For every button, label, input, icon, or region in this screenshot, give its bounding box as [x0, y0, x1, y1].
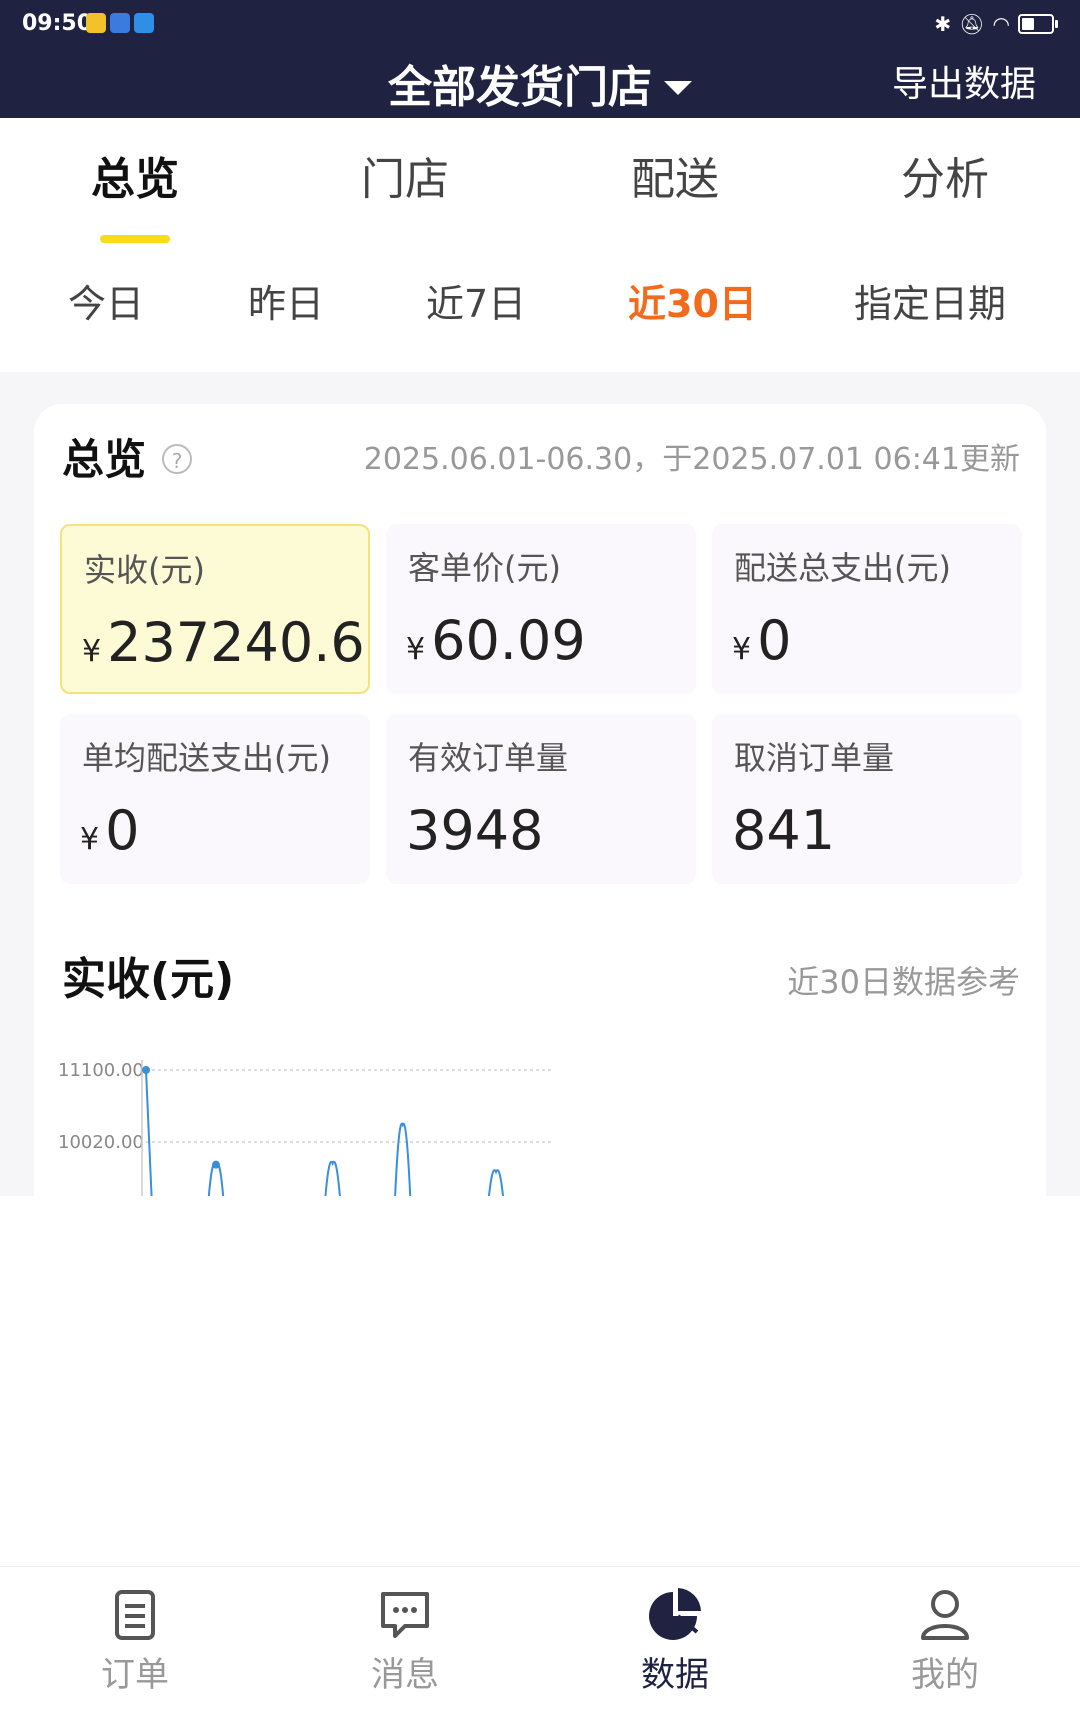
metric-value: 3948 — [406, 796, 543, 866]
nav-label: 消息 — [371, 1655, 439, 1695]
status-indicators: ✱ 🔕︎ ◠ — [934, 10, 1058, 38]
nav-label: 数据 — [641, 1655, 709, 1695]
metric-avg-delivery-cost[interactable]: 单均配送支出(元) ¥0 — [60, 714, 370, 884]
store-selector-label: 全部发货门店 — [388, 62, 652, 113]
wifi-icon: ◠ — [992, 12, 1010, 36]
date-filter-7days[interactable]: 近7日 — [426, 278, 526, 330]
nav-label: 订单 — [101, 1655, 169, 1695]
metric-label: 客单价(元) — [408, 549, 561, 587]
metric-revenue[interactable]: 实收(元) ¥237240.6 — [60, 524, 370, 694]
pie-chart-icon — [649, 1588, 701, 1640]
metric-number: 0 — [105, 799, 140, 862]
metric-number: 3948 — [406, 799, 544, 862]
chart-y-tick-label: 11100.00 — [58, 1060, 144, 1081]
notification-browser-icon — [110, 13, 130, 33]
date-filter-custom[interactable]: 指定日期 — [854, 278, 1006, 330]
metric-cancelled-orders[interactable]: 取消订单量 841 — [712, 714, 1022, 884]
tab-overview[interactable]: 总览 — [0, 150, 270, 210]
battery-icon — [1018, 14, 1058, 34]
mute-icon: 🔕︎ — [959, 12, 985, 36]
metric-avg-order-price[interactable]: 客单价(元) ¥60.09 — [386, 524, 696, 694]
metric-value: ¥237240.6 — [82, 608, 365, 687]
chart-y-tick-label: 10020.00 — [58, 1132, 144, 1153]
overview-range-text: 2025.06.01-06.30，于2025.07.01 06:41更新 — [363, 442, 1020, 477]
metric-label: 实收(元) — [84, 551, 205, 589]
nav-data[interactable]: 数据 — [540, 1584, 810, 1698]
metric-number: 60.09 — [431, 609, 586, 672]
metric-value: 841 — [732, 796, 835, 866]
currency-symbol: ¥ — [732, 632, 752, 667]
revenue-line-chart[interactable]: 11100.00 10020.00 — [56, 1050, 556, 1196]
tab-analysis[interactable]: 分析 — [810, 150, 1080, 210]
chart-point[interactable] — [212, 1160, 220, 1169]
date-filter-yesterday[interactable]: 昨日 — [248, 278, 324, 330]
date-filter-30days[interactable]: 近30日 — [628, 278, 757, 330]
nav-messages[interactable]: 消息 — [270, 1584, 540, 1698]
chart-note: 近30日数据参考 — [787, 963, 1020, 1001]
tab-delivery[interactable]: 配送 — [540, 150, 810, 210]
notification-browser-icon-2 — [134, 13, 154, 33]
currency-symbol: ¥ — [82, 634, 102, 669]
chart-title: 实收(元) — [62, 954, 235, 1005]
currency-symbol: ¥ — [80, 822, 100, 857]
nav-label: 我的 — [911, 1655, 979, 1695]
message-icon — [381, 1592, 429, 1638]
metric-number: 841 — [732, 799, 836, 862]
notification-app-icon — [86, 13, 106, 33]
metric-label: 单均配送支出(元) — [82, 739, 331, 777]
metric-label: 取消订单量 — [734, 739, 895, 777]
nav-profile[interactable]: 我的 — [810, 1584, 1080, 1698]
metric-value: ¥0 — [80, 796, 139, 875]
metric-label: 配送总支出(元) — [734, 549, 951, 587]
metric-value: ¥60.09 — [406, 606, 586, 685]
date-filter-today[interactable]: 今日 — [68, 278, 144, 330]
metric-label: 有效订单量 — [408, 739, 569, 777]
metric-valid-orders[interactable]: 有效订单量 3948 — [386, 714, 696, 884]
export-data-button[interactable]: 导出数据 — [892, 58, 1036, 112]
user-icon — [921, 1590, 969, 1640]
tab-stores[interactable]: 门店 — [270, 150, 540, 210]
overview-title: 总览 — [62, 435, 147, 484]
metric-number: 0 — [757, 609, 792, 672]
order-list-icon — [115, 1590, 155, 1640]
metric-value: ¥0 — [732, 606, 791, 685]
metric-delivery-total-cost[interactable]: 配送总支出(元) ¥0 — [712, 524, 1022, 694]
caret-down-icon — [664, 81, 692, 95]
bluetooth-icon: ✱ — [934, 12, 952, 36]
chart-point[interactable] — [142, 1066, 150, 1074]
status-time: 09:50 — [22, 11, 93, 36]
currency-symbol: ¥ — [406, 632, 426, 667]
active-tab-indicator — [100, 235, 170, 243]
nav-orders[interactable]: 订单 — [0, 1584, 270, 1698]
chart-series-line — [145, 1069, 505, 1196]
help-icon[interactable]: ? — [162, 444, 192, 474]
metric-number: 237240.6 — [107, 611, 365, 674]
